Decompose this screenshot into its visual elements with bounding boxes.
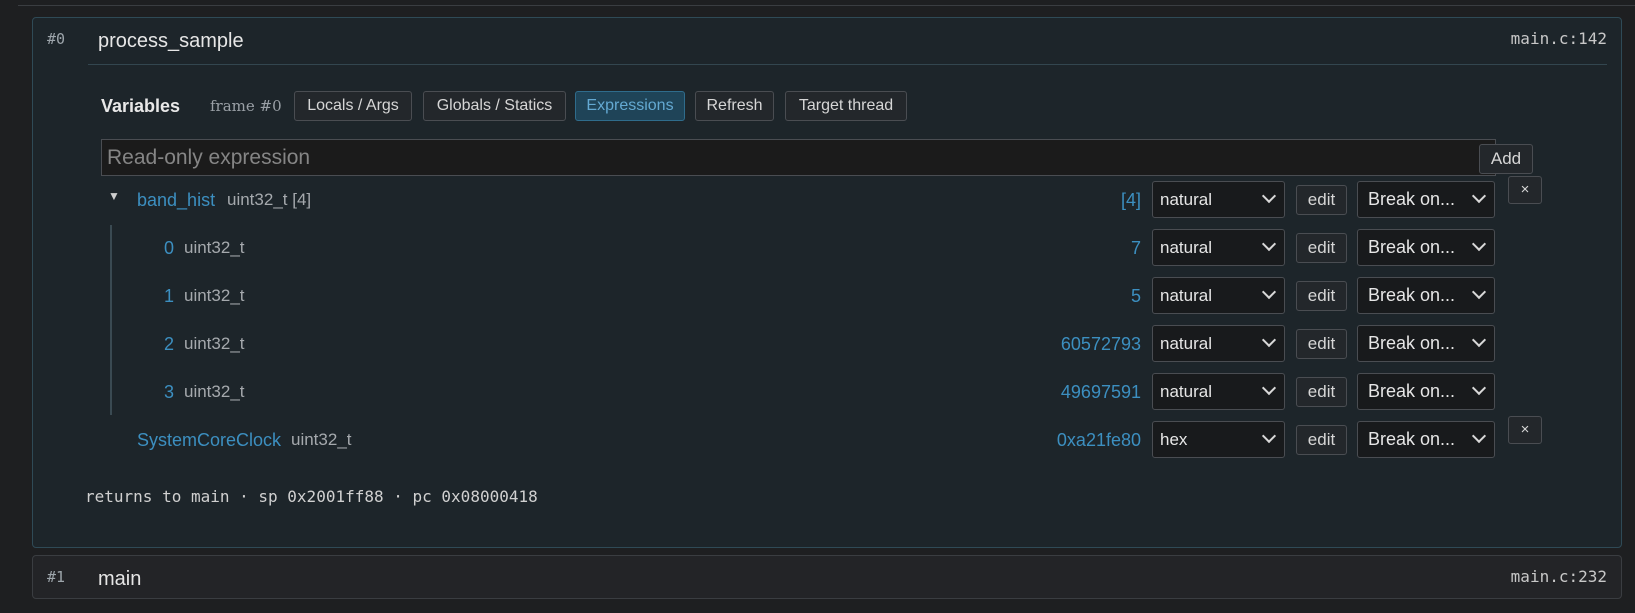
variable-value[interactable]: [4] <box>1121 190 1141 211</box>
variable-value[interactable]: 60572793 <box>1061 334 1141 355</box>
chevron-down-icon <box>1261 236 1277 252</box>
break-on-select-value: Break on... <box>1368 429 1456 449</box>
edit-button[interactable]: edit <box>1296 329 1347 359</box>
variable-type: uint32_t <box>184 334 245 353</box>
variable-value[interactable]: 5 <box>1131 286 1141 307</box>
add-expression-button[interactable]: Add <box>1479 144 1533 174</box>
edit-button[interactable]: edit <box>1296 377 1347 407</box>
edit-button[interactable]: edit <box>1296 185 1347 215</box>
chevron-down-icon <box>1261 332 1277 348</box>
frame-header-divider <box>88 64 1607 65</box>
break-on-select[interactable]: Break on... <box>1357 421 1495 458</box>
variable-type: uint32_t <box>291 430 352 449</box>
break-on-select[interactable]: Break on... <box>1357 229 1495 266</box>
remove-expression-button[interactable]: × <box>1508 416 1542 444</box>
format-select[interactable]: hex <box>1152 421 1285 458</box>
break-on-select[interactable]: Break on... <box>1357 373 1495 410</box>
frame-source-location[interactable]: main.c:232 <box>1511 567 1607 586</box>
format-select-value: natural <box>1160 238 1212 257</box>
frame-number: #1 <box>47 568 66 586</box>
edit-button[interactable]: edit <box>1296 281 1347 311</box>
element-index[interactable]: 1 <box>164 286 174 307</box>
format-select-value: natural <box>1160 286 1212 305</box>
format-select-value: natural <box>1160 190 1212 209</box>
break-on-select[interactable]: Break on... <box>1357 181 1495 218</box>
variable-type: uint32_t [4] <box>227 190 312 209</box>
variable-row-element-1: 1 uint32_t 5 natural edit Break on... <box>33 272 1623 320</box>
frame-return-info: returns to main · sp 0x2001ff88 · pc 0x0… <box>85 487 538 506</box>
chevron-down-icon <box>1471 332 1487 348</box>
refresh-button[interactable]: Refresh <box>695 91 774 121</box>
remove-expression-button[interactable]: × <box>1508 176 1542 204</box>
variables-title: Variables <box>101 96 181 116</box>
target-thread-button[interactable]: Target thread <box>785 91 907 121</box>
element-index[interactable]: 2 <box>164 334 174 355</box>
chevron-down-icon <box>1471 188 1487 204</box>
stack-frame-0: #0 process_sample main.c:142 Variables f… <box>32 17 1622 548</box>
format-select-value: natural <box>1160 382 1212 401</box>
variable-value[interactable]: 0xa21fe80 <box>1057 430 1141 451</box>
variable-row-element-3: 3 uint32_t 49697591 natural edit Break o… <box>33 368 1623 416</box>
frame-function-name[interactable]: main <box>98 568 141 591</box>
tab-locals-args[interactable]: Locals / Args <box>294 91 412 121</box>
variable-type: uint32_t <box>184 382 245 401</box>
break-on-select-value: Break on... <box>1368 381 1456 401</box>
expression-input[interactable] <box>101 139 1496 176</box>
variable-row-element-0: 0 uint32_t 7 natural edit Break on... <box>33 224 1623 272</box>
element-index[interactable]: 3 <box>164 382 174 403</box>
variable-name[interactable]: band_hist <box>137 190 215 211</box>
tab-expressions[interactable]: Expressions <box>575 91 685 121</box>
top-divider <box>18 0 1635 6</box>
element-index[interactable]: 0 <box>164 238 174 259</box>
variable-row-element-2: 2 uint32_t 60572793 natural edit Break o… <box>33 320 1623 368</box>
variable-name[interactable]: SystemCoreClock <box>137 430 281 451</box>
chevron-down-icon <box>1261 428 1277 444</box>
stack-frame-1[interactable]: #1 main main.c:232 <box>32 555 1622 599</box>
collapse-triangle-icon[interactable]: ▼ <box>108 189 120 203</box>
variable-row-band-hist: ▼ band_hist uint32_t [4] [4] natural edi… <box>33 176 1623 224</box>
break-on-select-value: Break on... <box>1368 333 1456 353</box>
variable-type: uint32_t <box>184 286 245 305</box>
frame-source-location[interactable]: main.c:142 <box>1511 29 1607 48</box>
break-on-select-value: Break on... <box>1368 237 1456 257</box>
edit-button[interactable]: edit <box>1296 233 1347 263</box>
format-select[interactable]: natural <box>1152 229 1285 266</box>
variable-value[interactable]: 49697591 <box>1061 382 1141 403</box>
format-select-value: hex <box>1160 430 1188 449</box>
edit-button[interactable]: edit <box>1296 425 1347 455</box>
format-select-value: natural <box>1160 334 1212 353</box>
chevron-down-icon <box>1471 284 1487 300</box>
frame-function-name[interactable]: process_sample <box>98 30 244 53</box>
chevron-down-icon <box>1261 380 1277 396</box>
variable-value[interactable]: 7 <box>1131 238 1141 259</box>
variable-row-systemcoreclock: SystemCoreClock uint32_t 0xa21fe80 hex e… <box>33 416 1623 464</box>
format-select[interactable]: natural <box>1152 277 1285 314</box>
chevron-down-icon <box>1471 380 1487 396</box>
break-on-select-value: Break on... <box>1368 285 1456 305</box>
frame-number: #0 <box>47 30 66 48</box>
format-select[interactable]: natural <box>1152 373 1285 410</box>
variables-frame-label: frame #0 <box>210 97 282 115</box>
chevron-down-icon <box>1471 236 1487 252</box>
chevron-down-icon <box>1261 284 1277 300</box>
tab-globals-statics[interactable]: Globals / Statics <box>423 91 566 121</box>
variable-type: uint32_t <box>184 238 245 257</box>
break-on-select-value: Break on... <box>1368 189 1456 209</box>
format-select[interactable]: natural <box>1152 181 1285 218</box>
break-on-select[interactable]: Break on... <box>1357 277 1495 314</box>
format-select[interactable]: natural <box>1152 325 1285 362</box>
chevron-down-icon <box>1471 428 1487 444</box>
break-on-select[interactable]: Break on... <box>1357 325 1495 362</box>
chevron-down-icon <box>1261 188 1277 204</box>
